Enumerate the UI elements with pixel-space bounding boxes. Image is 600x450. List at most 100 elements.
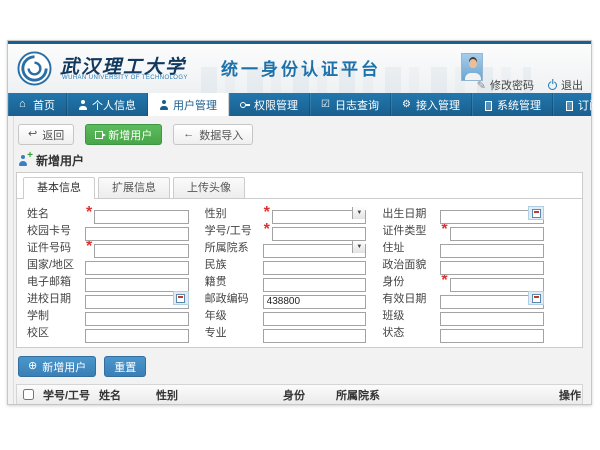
form-actions: ⊕ 新增用户 重置: [18, 356, 583, 377]
field-input-wrapper: [263, 325, 367, 339]
field-input[interactable]: [263, 244, 367, 258]
power-icon: [548, 81, 557, 90]
field-input[interactable]: [85, 329, 189, 343]
field-input[interactable]: [94, 210, 188, 224]
required-marker: *: [441, 221, 447, 239]
nav-item[interactable]: 个人信息: [67, 93, 148, 116]
calendar-icon[interactable]: [528, 206, 544, 220]
field-label: 民族: [205, 256, 263, 272]
data-import-button[interactable]: ← 数据导入: [173, 124, 253, 145]
field-label: 年级: [205, 307, 263, 323]
field-input[interactable]: [85, 312, 189, 326]
nav-item[interactable]: 首页: [8, 93, 67, 116]
nav-item-label: 日志查询: [335, 97, 379, 113]
field-label: 专业: [205, 324, 263, 340]
data-import-label: 数据导入: [199, 127, 243, 143]
chevron-down-icon[interactable]: [352, 241, 365, 253]
key-icon: [240, 100, 250, 110]
table-column-header: 操作: [555, 387, 582, 403]
field-input[interactable]: [85, 278, 189, 292]
nav-item[interactable]: 权限管理: [229, 93, 310, 116]
logout-label: 退出: [561, 77, 583, 93]
change-password-link[interactable]: ✎ 修改密码: [477, 77, 534, 93]
nav-item[interactable]: 接入管理: [391, 93, 472, 116]
university-name-en: WUHAN UNIVERSITY OF TECHNOLOGY: [62, 75, 188, 81]
field-input-wrapper: [263, 274, 367, 288]
form-field: 邮政编码 *: [205, 291, 379, 305]
add-user-toolbar-button[interactable]: 新增用户: [85, 124, 162, 145]
field-input[interactable]: [263, 312, 367, 326]
main-nav: 首页 个人信息 用户管理 权限管理 日志查询: [8, 93, 591, 116]
field-input[interactable]: [85, 261, 189, 275]
field-input[interactable]: [263, 278, 367, 292]
nav-item[interactable]: 用户管理: [148, 93, 229, 116]
users-table: 学号/工号 姓名 性别 身份 所属院系 操作: [16, 384, 583, 404]
field-input[interactable]: [263, 329, 367, 343]
tab[interactable]: 上传头像: [173, 177, 245, 198]
field-input[interactable]: [85, 227, 189, 241]
field-label: 身份: [382, 273, 440, 289]
plus-circle-icon: ⊕: [28, 361, 37, 372]
tab[interactable]: 扩展信息: [98, 177, 170, 198]
reset-label: 重置: [114, 359, 136, 375]
pencil-icon: ✎: [477, 79, 486, 92]
platform-title: 统一身份认证平台: [221, 55, 381, 80]
field-label: 国家/地区: [27, 256, 85, 272]
import-arrow-icon: ←: [183, 129, 194, 140]
chevron-down-icon[interactable]: [352, 207, 365, 219]
nav-item[interactable]: 系统管理: [472, 93, 553, 116]
form-field: 身份 *: [382, 274, 556, 288]
add-user-label: 新增用户: [108, 127, 152, 143]
back-label: 返回: [42, 127, 64, 143]
field-label: 住址: [382, 239, 440, 255]
form-field: 有效日期 *: [382, 291, 556, 305]
users-table-header: 学号/工号 姓名 性别 身份 所属院系 操作: [17, 385, 582, 404]
table-column-header: 姓名: [95, 387, 152, 403]
field-label: 有效日期: [382, 290, 440, 306]
field-input[interactable]: [94, 244, 188, 258]
field-input[interactable]: [263, 295, 367, 309]
field-label: 政治面貌: [382, 256, 440, 272]
nav-item-label: 用户管理: [173, 97, 217, 113]
table-column-header: 性别: [152, 387, 279, 403]
field-input-wrapper: [272, 223, 366, 237]
field-input[interactable]: [440, 261, 544, 275]
nav-item[interactable]: 日志查询: [310, 93, 391, 116]
field-input[interactable]: [440, 312, 544, 326]
calendar-icon[interactable]: [173, 291, 189, 305]
field-input-wrapper: [440, 291, 544, 305]
required-marker: *: [86, 204, 92, 222]
field-input-wrapper: [94, 206, 188, 220]
calendar-icon[interactable]: [528, 291, 544, 305]
field-input[interactable]: [440, 329, 544, 343]
form-field: 校区 *: [27, 325, 201, 339]
nav-item-label: 权限管理: [254, 97, 298, 113]
user-icon: [159, 100, 169, 110]
field-input[interactable]: [272, 227, 366, 241]
field-input[interactable]: [440, 244, 544, 258]
person-add-icon: [18, 155, 30, 166]
field-input-wrapper: [440, 325, 544, 339]
field-label: 性别: [205, 205, 263, 221]
field-label: 所属院系: [205, 239, 263, 255]
tab[interactable]: 基本信息: [23, 177, 95, 199]
submit-label: 新增用户: [42, 359, 86, 375]
submit-add-user-button[interactable]: ⊕ 新增用户: [18, 356, 96, 377]
back-button[interactable]: ↩ 返回: [18, 124, 74, 145]
logout-link[interactable]: 退出: [548, 77, 583, 93]
field-label: 校区: [27, 324, 85, 340]
field-input[interactable]: [263, 261, 367, 275]
field-input-wrapper: [85, 308, 189, 322]
nav-item[interactable]: 订阅管理: [553, 93, 600, 116]
reset-button[interactable]: 重置: [104, 356, 146, 377]
field-input[interactable]: [450, 278, 544, 292]
field-label: 出生日期: [382, 205, 440, 221]
field-input[interactable]: [450, 227, 544, 241]
form-field: 所属院系 *: [205, 240, 379, 254]
field-label: 学号/工号: [205, 222, 263, 238]
select-all-checkbox[interactable]: [23, 389, 34, 400]
form-field: 住址 *: [382, 240, 556, 254]
content-area: ↩ 返回 新增用户 ← 数据导入 新增用户 基本信息 扩展信息: [8, 116, 591, 404]
file-icon: [564, 100, 574, 110]
nav-item-label: 首页: [33, 97, 55, 113]
